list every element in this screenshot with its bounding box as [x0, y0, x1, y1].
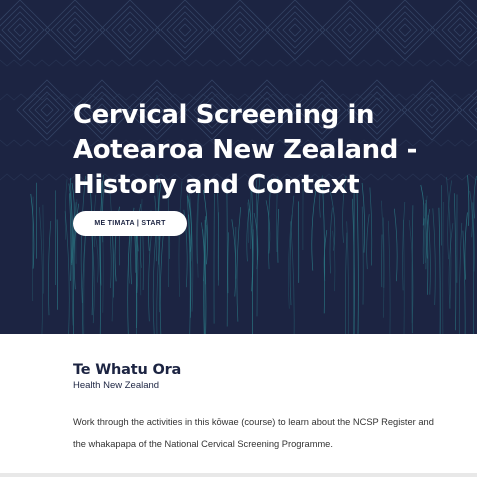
start-button[interactable]: ME TIMATA | START — [73, 211, 187, 236]
course-title: Cervical Screening in Aotearoa New Zeala… — [73, 100, 417, 200]
course-info: Te Whatu Ora Health New Zealand Work thr… — [0, 334, 477, 477]
course-landing-page: Cervical Screening in Aotearoa New Zeala… — [0, 0, 477, 477]
brand-name: Te Whatu Ora — [73, 362, 182, 378]
page-divider — [0, 473, 477, 477]
brand-subtitle: Health New Zealand — [73, 380, 160, 391]
course-description: Work through the activities in this kōwa… — [73, 417, 434, 449]
hero-banner: Cervical Screening in Aotearoa New Zeala… — [0, 0, 477, 334]
